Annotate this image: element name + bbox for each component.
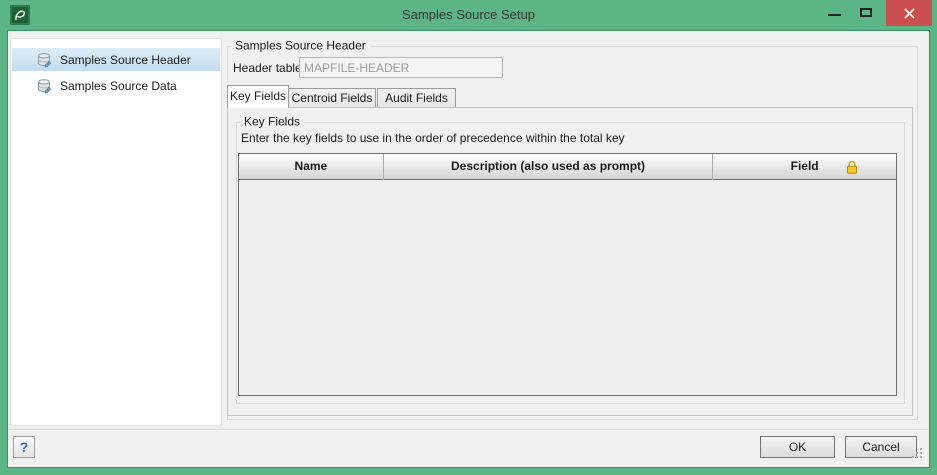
window-title: Samples Source Setup bbox=[0, 0, 937, 30]
key-fields-instruction: Enter the key fields to use in the order… bbox=[241, 131, 625, 145]
group-title: Samples Source Header bbox=[231, 38, 370, 52]
table-header-row: Name Description (also used as prompt) F… bbox=[239, 154, 896, 180]
sidebar-item-samples-source-data[interactable]: Samples Source Data bbox=[12, 74, 220, 97]
minimize-icon[interactable] bbox=[828, 14, 841, 16]
column-header-description: Description (also used as prompt) bbox=[384, 154, 714, 180]
cancel-button[interactable]: Cancel bbox=[845, 436, 917, 458]
key-fields-table: Name Description (also used as prompt) F… bbox=[238, 153, 897, 396]
header-table-label: Header table bbox=[233, 61, 302, 75]
help-button[interactable]: ? bbox=[13, 436, 35, 458]
column-header-field: Field bbox=[713, 154, 896, 180]
footer-separator bbox=[9, 429, 928, 431]
database-edit-icon bbox=[36, 78, 52, 94]
close-button[interactable] bbox=[886, 0, 932, 26]
close-icon bbox=[904, 8, 915, 19]
header-table-input[interactable] bbox=[299, 57, 503, 78]
dialog-window: Samples Source Setup Samples Source Head… bbox=[0, 0, 937, 475]
database-edit-icon bbox=[36, 52, 52, 68]
tab-centroid-fields[interactable]: Centroid Fields bbox=[288, 88, 376, 107]
tab-label: Centroid Fields bbox=[292, 91, 373, 105]
sidebar-item-label: Samples Source Header bbox=[60, 53, 191, 67]
column-header-name: Name bbox=[239, 154, 384, 180]
tab-label: Key Fields bbox=[230, 89, 286, 103]
table-body-empty[interactable] bbox=[239, 180, 896, 395]
column-header-field-label: Field bbox=[791, 159, 819, 173]
tab-key-fields[interactable]: Key Fields bbox=[227, 85, 289, 108]
ok-button[interactable]: OK bbox=[760, 436, 835, 458]
sidebar-item-samples-source-header[interactable]: Samples Source Header bbox=[12, 48, 220, 71]
titlebar[interactable]: Samples Source Setup bbox=[0, 0, 937, 30]
sidebar: Samples Source Header Samples Source Dat… bbox=[10, 38, 222, 426]
key-fields-group-title: Key Fields bbox=[240, 114, 304, 128]
tab-audit-fields[interactable]: Audit Fields bbox=[377, 88, 456, 107]
maximize-icon[interactable] bbox=[860, 8, 872, 17]
tab-label: Audit Fields bbox=[385, 91, 448, 105]
sidebar-item-label: Samples Source Data bbox=[60, 79, 177, 93]
resize-grip-icon[interactable] bbox=[912, 448, 924, 460]
